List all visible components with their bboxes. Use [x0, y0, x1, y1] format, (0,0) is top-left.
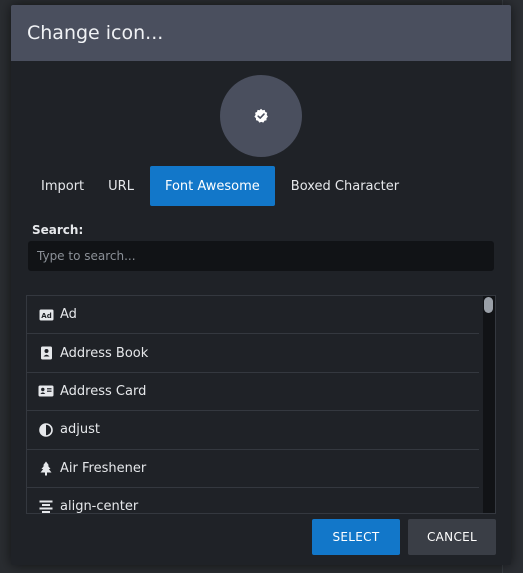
tab-boxed-character[interactable]: Boxed Character [279, 166, 411, 206]
svg-text:Ad: Ad [41, 311, 51, 319]
list-item-ad[interactable]: Ad Ad [27, 296, 479, 335]
tab-import[interactable]: Import [29, 166, 96, 206]
tab-font-awesome[interactable]: Font Awesome [149, 166, 275, 206]
list-item-air-freshener[interactable]: Air Freshener [27, 450, 479, 488]
dialog-header: Change icon... [11, 5, 511, 61]
list-item-address-card[interactable]: Address Card [27, 373, 479, 412]
air-freshener-icon [38, 460, 54, 476]
list-item-label: adjust [60, 422, 100, 438]
dialog-title: Change icon... [27, 22, 164, 44]
icon-preview-wrap [11, 75, 511, 157]
source-tabs: Import URL Font Awesome Boxed Character [29, 166, 411, 206]
select-button[interactable]: SELECT [312, 519, 400, 555]
list-item-label: align-center [60, 499, 139, 514]
search-label: Search: [32, 223, 84, 237]
ad-icon: Ad [38, 307, 54, 323]
tab-url[interactable]: URL [96, 166, 146, 206]
address-book-icon [38, 345, 54, 361]
list-item-label: Address Card [60, 383, 147, 399]
adjust-icon [38, 422, 54, 438]
align-center-icon [38, 499, 54, 513]
list-item-label: Address Book [60, 345, 149, 361]
list-scrollbar[interactable] [483, 296, 495, 513]
cancel-button[interactable]: CANCEL [408, 519, 496, 555]
search-input[interactable] [28, 241, 494, 271]
icon-preview [220, 75, 302, 157]
list-item-address-book[interactable]: Address Book [27, 334, 479, 373]
icon-list: Ad Ad Address Book Address Card adjust A… [26, 295, 496, 514]
scrollbar-thumb[interactable] [484, 297, 493, 313]
list-item-align-center[interactable]: align-center [27, 488, 479, 514]
list-item-label: Ad [60, 307, 77, 323]
list-item-adjust[interactable]: adjust [27, 411, 479, 450]
change-icon-dialog: Change icon... Import URL Font Awesome B… [11, 5, 511, 565]
list-item-label: Air Freshener [60, 460, 147, 476]
badge-check-icon [254, 108, 268, 123]
address-card-icon [38, 383, 54, 399]
